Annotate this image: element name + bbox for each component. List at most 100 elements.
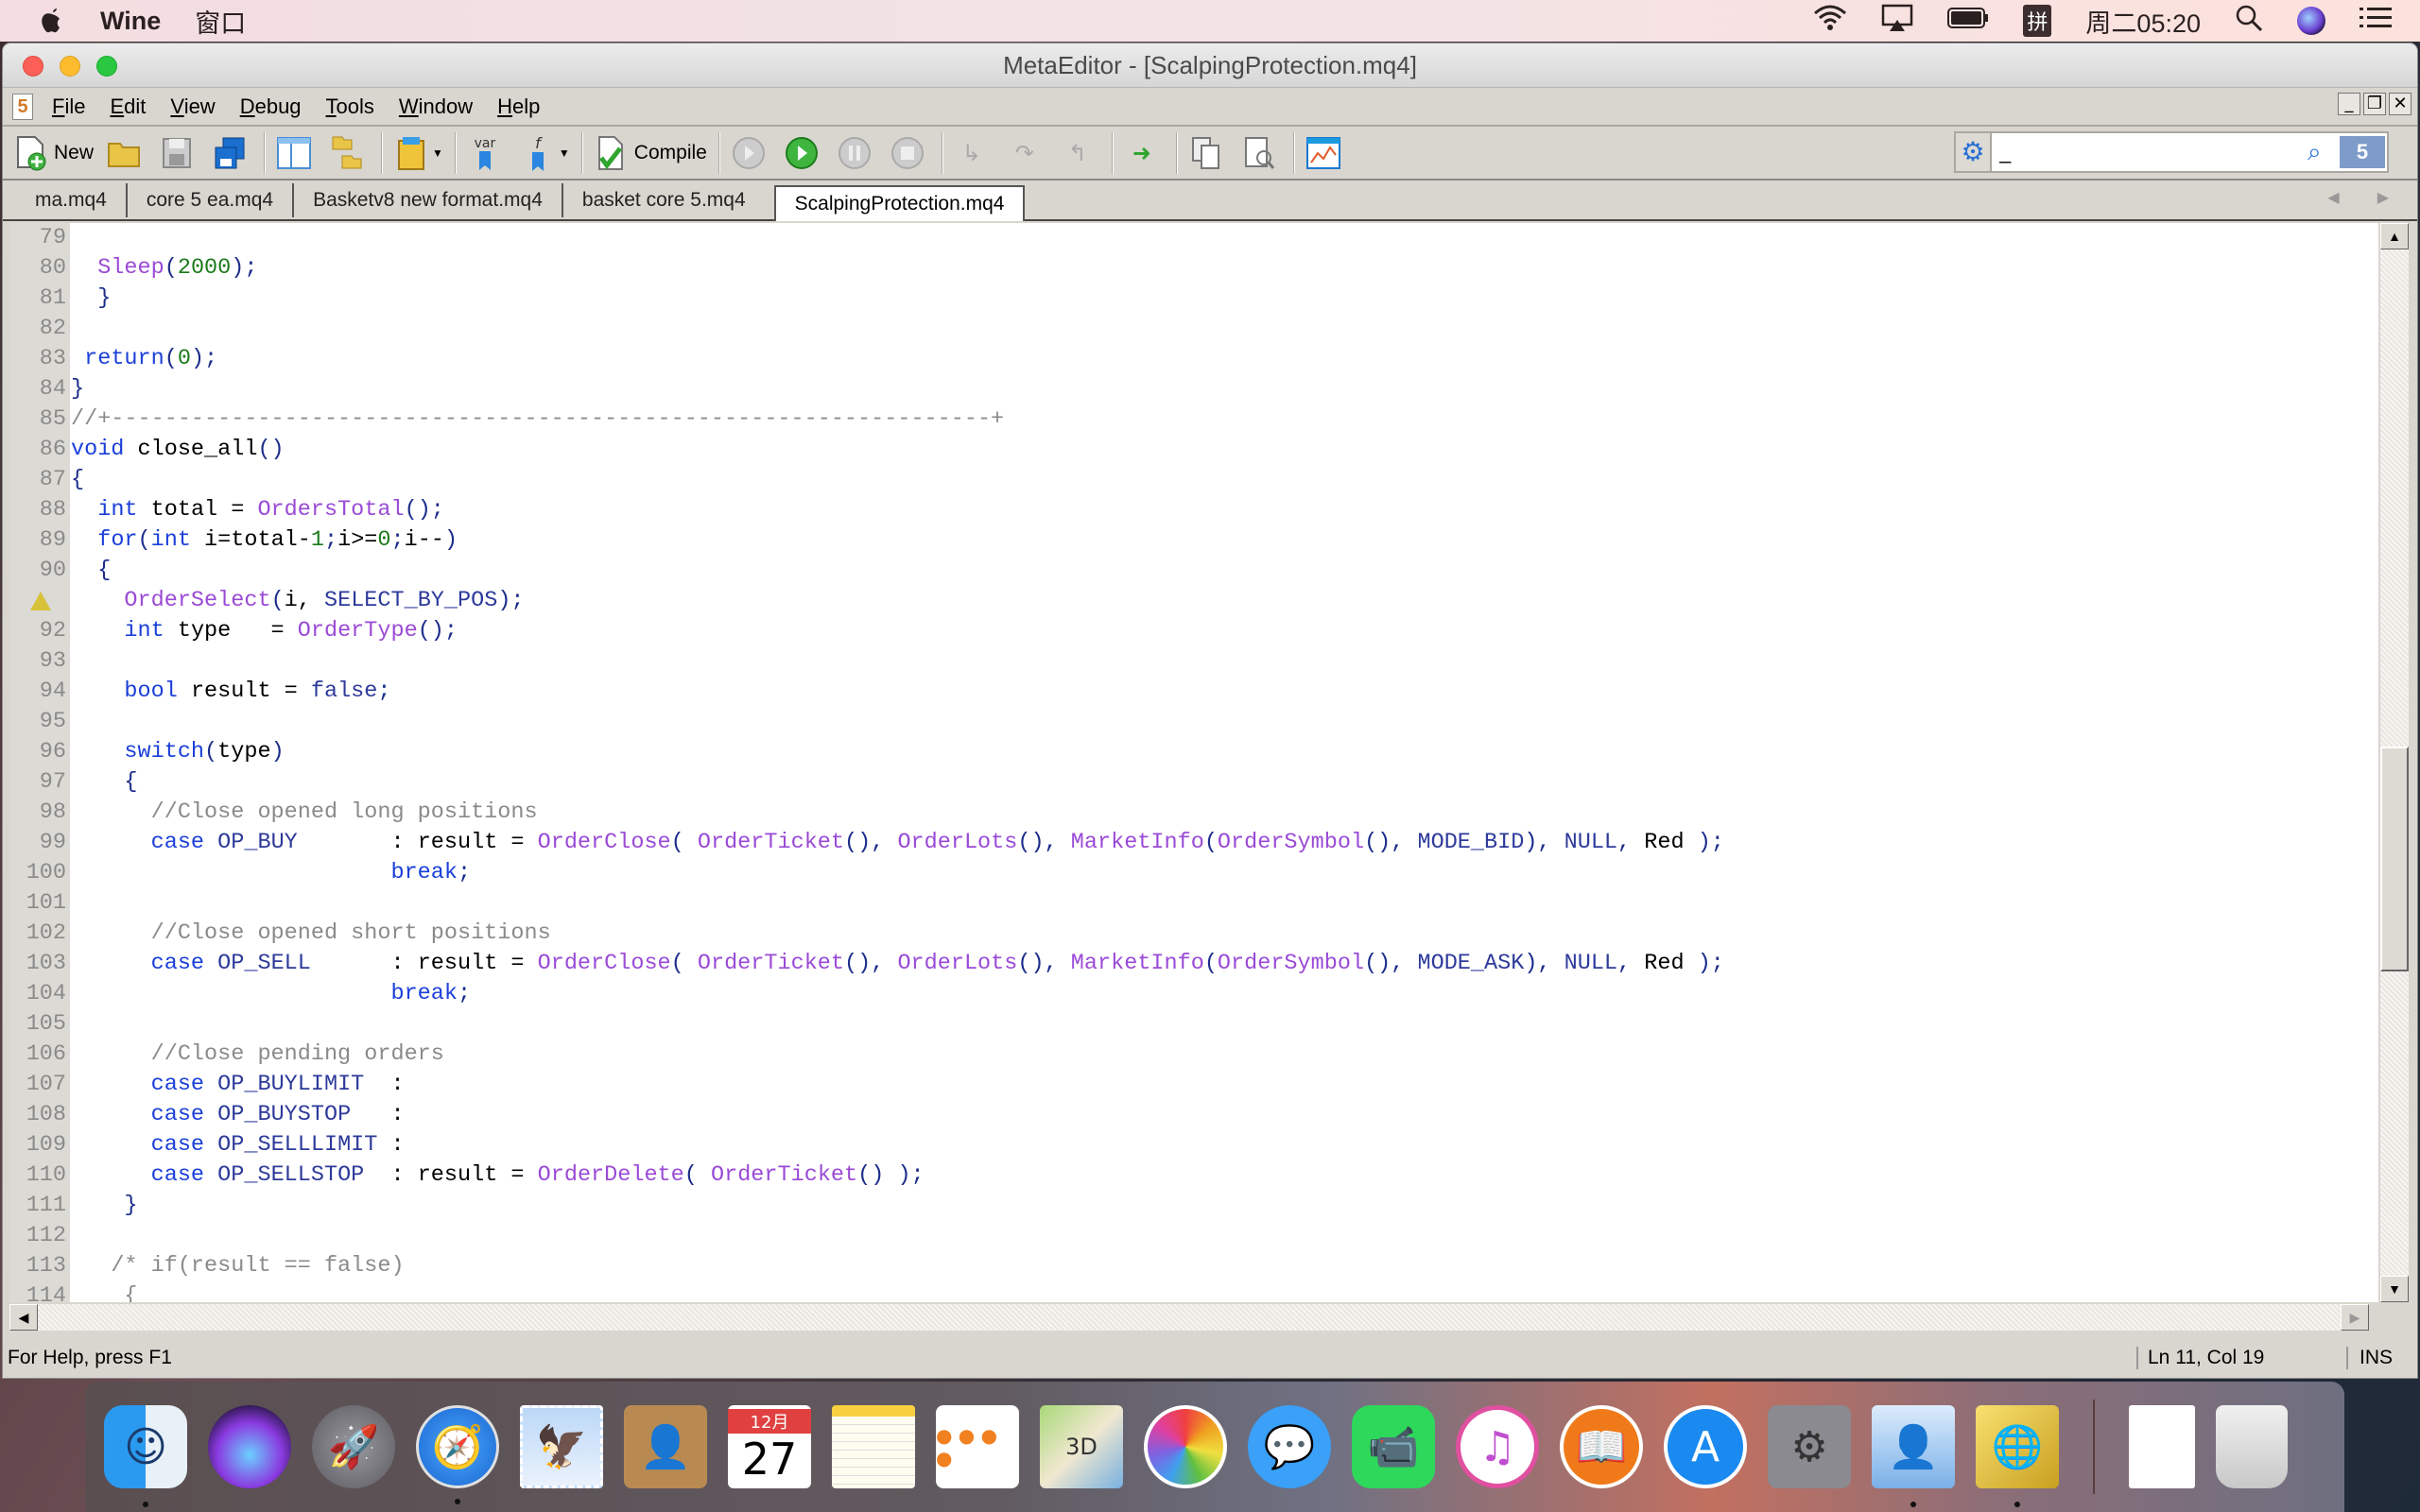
menubar-clock[interactable]: 周二05:20 [2085,3,2201,40]
compile-button[interactable]: Compile [593,132,707,174]
start-debug-button[interactable] [783,132,824,174]
tab-basket-core-5-mq4[interactable]: basket core 5.mq4 [563,183,765,217]
document-icon[interactable]: 5 [12,93,33,120]
window-close-button[interactable] [23,56,43,77]
code-line[interactable]: 106 //Close pending orders [9,1040,2378,1070]
dock-metatrader[interactable]: 👤 [1872,1405,1955,1507]
horizontal-scrollbar[interactable]: ◀ ▶ [9,1304,2369,1331]
menu-help[interactable]: Help [497,94,540,119]
code-line[interactable]: 109 case OP_SELLLIMIT : [9,1130,2378,1160]
step-out-button[interactable]: ↰ [1059,132,1100,174]
preview-button[interactable] [1240,132,1282,174]
scroll-up-button[interactable]: ▲ [2380,223,2409,249]
dock-contacts[interactable]: 👤 [624,1405,707,1488]
dock-reminders[interactable]: ● ● ● ● [936,1405,1019,1488]
code-line[interactable]: 96 switch(type) [9,737,2378,767]
window-titlebar[interactable]: MetaEditor - [ScalpingProtection.mq4] [3,43,2417,88]
navigator-button[interactable] [275,132,317,174]
tab-scroll-right-icon[interactable]: ▶ [2377,188,2389,207]
save-all-button[interactable] [211,132,252,174]
code-line[interactable]: 84} [9,374,2378,404]
dock-photos[interactable] [1144,1405,1227,1488]
dock-maps[interactable]: 3D [1040,1405,1123,1488]
stop-debug-button[interactable] [889,132,930,174]
menu-view[interactable]: View [170,94,215,119]
terminal-button[interactable] [1305,132,1346,174]
tab-scalpingprotection-mq4[interactable]: ScalpingProtection.mq4 [773,185,1026,221]
dock-trash[interactable] [2216,1405,2288,1488]
scroll-right-button[interactable]: ▶ [2341,1304,2369,1331]
search-input[interactable] [1992,140,2308,164]
step-over-button[interactable]: ↷ [1006,132,1047,174]
new-button[interactable]: New [12,132,94,174]
menu-window[interactable]: Window [399,94,473,119]
code-line[interactable]: 94 bool result = false; [9,677,2378,707]
step-into-button[interactable]: ↳ [953,132,994,174]
dock-messages[interactable]: 💬 [1248,1405,1331,1488]
battery-icon[interactable] [1947,7,1989,36]
code-line[interactable]: 111 } [9,1191,2378,1221]
toolbox-dropdown-arrow[interactable]: ▼ [432,146,443,160]
dock-siri[interactable] [208,1405,291,1488]
menu-file[interactable]: File [52,94,85,119]
code-line[interactable]: 99 case OP_BUY : result = OrderClose( Or… [9,828,2378,858]
spotlight-search-icon[interactable] [2235,4,2263,39]
siri-icon[interactable] [2297,7,2325,35]
tab-basketv8-new-format-mq4[interactable]: Basketv8 new format.mq4 [294,183,563,217]
toolbox-button[interactable]: ▼ [392,132,443,174]
dock-facetime[interactable]: 📹 [1352,1405,1435,1488]
app-menu-wine[interactable]: Wine [100,7,161,36]
start-on-history-button[interactable] [730,132,771,174]
pause-debug-button[interactable] [836,132,877,174]
code-line[interactable]: 93 [9,646,2378,677]
search-settings-gear-icon[interactable]: ⚙ [1956,133,1992,171]
dock-calendar[interactable]: 12月 27 [728,1405,811,1488]
airplay-icon[interactable] [1881,4,1913,39]
mdi-minimize-button[interactable]: _ [2338,93,2360,115]
tab-ma-mq4[interactable]: ma.mq4 [16,183,128,217]
dock-launchpad[interactable]: 🚀 [312,1405,395,1488]
code-line[interactable]: 88 int total = OrdersTotal(); [9,495,2378,525]
scroll-down-button[interactable]: ▼ [2380,1276,2409,1302]
dock-safari[interactable]: 🧭 [416,1405,499,1504]
vertical-scroll-thumb[interactable] [2380,746,2409,971]
code-line[interactable]: 107 case OP_BUYLIMIT : [9,1070,2378,1100]
code-line[interactable]: 89 for(int i=total-1;i>=0;i--) [9,525,2378,556]
wifi-icon[interactable] [1813,4,1847,39]
dock-mail[interactable]: 🦅 [520,1405,603,1488]
mdi-close-button[interactable]: ✕ [2389,93,2411,115]
dock-ibooks[interactable]: 📖 [1560,1405,1643,1488]
code-line[interactable]: 79 [9,223,2378,253]
go-to-button[interactable]: ➜ [1123,132,1165,174]
code-line[interactable]: 104 break; [9,979,2378,1009]
code-line[interactable]: 110 case OP_SELLSTOP : result = OrderDel… [9,1160,2378,1191]
menu-debug[interactable]: Debug [240,94,302,119]
dock-finder[interactable]: ☺ [104,1405,187,1507]
dock-itunes[interactable]: ♫ [1456,1405,1539,1488]
menu-edit[interactable]: Edit [110,94,146,119]
search-magnifier-icon[interactable]: ⌕ [2308,138,2340,167]
warning-icon[interactable] [30,592,51,610]
code-line[interactable]: 108 case OP_BUYSTOP : [9,1100,2378,1130]
code-line[interactable]: 100 break; [9,858,2378,888]
messages-badge[interactable]: 5 [2340,136,2385,168]
code-line[interactable]: 85//+-----------------------------------… [9,404,2378,435]
notification-center-icon[interactable] [2360,5,2392,38]
dock-notes[interactable] [832,1405,915,1488]
dock-system-preferences[interactable]: ⚙ [1768,1405,1851,1488]
tab-scroll-left-icon[interactable]: ◀ [2327,188,2339,207]
code-line[interactable]: 105 [9,1009,2378,1040]
code-line[interactable]: 87{ [9,465,2378,495]
save-button[interactable] [158,132,199,174]
window-zoom-button[interactable] [96,56,117,77]
insert-function-button[interactable]: f ▼ [519,132,570,174]
window-minimize-button[interactable] [60,56,80,77]
code-line[interactable]: 112 [9,1221,2378,1251]
code-editor[interactable]: 79 80 Sleep(2000); 81 } 82 83 return(0); 84} 8… [9,223,2378,1302]
code-line[interactable]: 103 case OP_SELL : result = OrderClose( … [9,949,2378,979]
vertical-scrollbar[interactable]: ▲ ▼ [2380,223,2409,1302]
code-line[interactable]: 83 return(0); [9,344,2378,374]
files-button[interactable] [328,132,370,174]
menu-window-cn[interactable]: 窗口 [195,3,246,40]
copy-button[interactable] [1187,132,1229,174]
